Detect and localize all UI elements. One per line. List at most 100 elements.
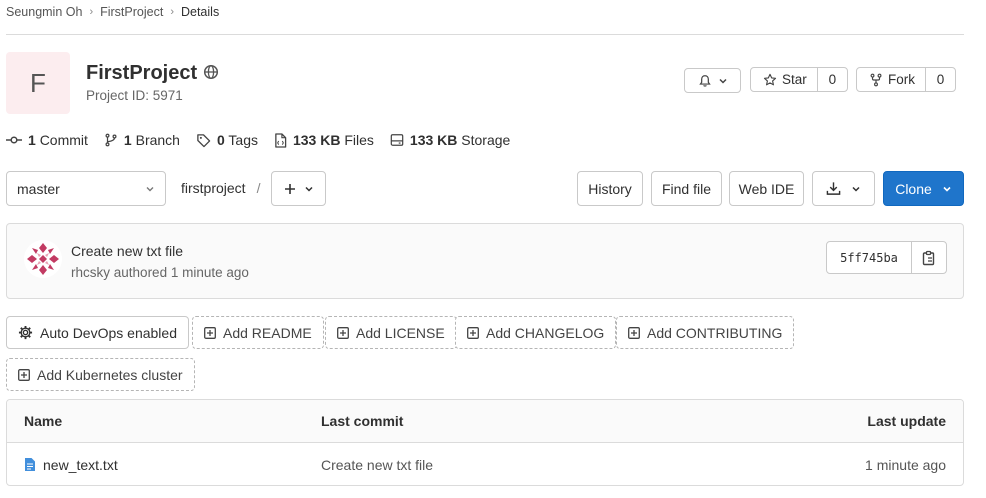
commits-stat[interactable]: 1 Commit (6, 132, 88, 148)
fork-button[interactable]: Fork 0 (856, 67, 956, 92)
add-readme-button[interactable]: Add README (192, 316, 324, 349)
repo-path: firstproject / (181, 180, 260, 196)
plus-square-icon (204, 326, 216, 339)
identicon-icon (24, 240, 62, 278)
chevron-down-icon (146, 186, 154, 191)
copy-sha-button[interactable] (912, 242, 946, 273)
add-changelog-label: Add CHANGELOG (486, 324, 605, 341)
files-size: 133 KB (292, 132, 341, 148)
tags-count: 0 (216, 132, 225, 148)
star-icon (763, 73, 777, 85)
history-button[interactable]: History (577, 171, 643, 206)
branch-icon (105, 133, 117, 147)
breadcrumb: Seungmin Oh › FirstProject › Details (6, 4, 219, 20)
auto-devops-button[interactable]: Auto DevOps enabled (6, 316, 189, 349)
table-header: Name Last commit Last update (7, 400, 963, 443)
clone-label: Clone (895, 180, 932, 197)
file-name-cell: new_text.txt (24, 443, 118, 485)
star-label: Star (782, 72, 807, 87)
breadcrumb-project[interactable]: FirstProject (100, 5, 163, 19)
commit-meta: rhcsky authored 1 minute ago (71, 265, 249, 281)
copy-icon (922, 250, 935, 265)
add-license-button[interactable]: Add LICENSE (325, 316, 457, 349)
column-last-update: Last update (867, 413, 946, 429)
star-button[interactable]: Star 0 (750, 67, 848, 92)
commit-time: authored 1 minute ago (113, 265, 249, 280)
chevron-right-icon: › (89, 6, 94, 18)
add-menu-button[interactable] (271, 171, 326, 206)
commits-label: Commit (39, 132, 88, 148)
bell-icon (698, 74, 711, 87)
chevron-down-icon (943, 186, 951, 192)
add-kubernetes-button[interactable]: Add Kubernetes cluster (6, 358, 195, 391)
add-changelog-button[interactable]: Add CHANGELOG (455, 316, 617, 349)
last-commit-panel (6, 223, 964, 299)
tags-label: Tags (228, 132, 258, 148)
storage-label: Storage (461, 132, 511, 148)
author-avatar[interactable] (24, 240, 62, 278)
files-label: Files (344, 132, 374, 148)
web-ide-button[interactable]: Web IDE (729, 171, 804, 206)
table-row[interactable]: new_text.txt Create new txt file 1 minut… (7, 443, 963, 485)
chevron-right-icon: › (170, 6, 174, 18)
download-icon (826, 182, 841, 195)
plus-square-icon (337, 326, 349, 339)
find-file-button[interactable]: Find file (651, 171, 722, 206)
chevron-down-icon (304, 186, 313, 192)
storage-size: 133 KB (409, 132, 458, 148)
notification-button[interactable] (684, 68, 741, 93)
project-stats: 1 Commit 1 Branch 0 Tags 133 KB Files 13… (6, 131, 526, 149)
file-last-update: 1 minute ago (865, 456, 946, 473)
branches-stat[interactable]: 1 Branch (104, 132, 180, 148)
tags-stat[interactable]: 0 Tags (196, 132, 258, 148)
plus-square-icon (628, 326, 640, 339)
breadcrumb-user[interactable]: Seungmin Oh (6, 5, 82, 19)
globe-icon (203, 64, 219, 80)
plus-square-icon (467, 326, 479, 339)
breadcrumb-current[interactable]: Details (181, 5, 219, 19)
gear-icon (18, 325, 33, 340)
chevron-down-icon (718, 78, 727, 84)
branch-select-value: master (17, 180, 60, 197)
commit-sha-group: 5ff745ba (826, 241, 947, 274)
add-license-label: Add LICENSE (356, 324, 445, 341)
plus-square-icon (18, 368, 30, 381)
add-readme-label: Add README (223, 324, 312, 341)
commit-sha[interactable]: 5ff745ba (827, 242, 912, 273)
file-last-commit[interactable]: Create new txt file (321, 443, 433, 485)
download-button[interactable] (812, 171, 875, 206)
branches-label: Branch (135, 132, 180, 148)
project-title: FirstProject (86, 62, 198, 84)
branches-count: 1 (123, 132, 132, 148)
tag-icon (197, 133, 211, 147)
fork-count[interactable]: 0 (926, 72, 955, 87)
file-link[interactable]: new_text.txt (24, 457, 118, 473)
project-id: Project ID: 5971 (86, 88, 183, 103)
file-icon (275, 132, 287, 148)
divider (6, 34, 964, 35)
column-last-commit: Last commit (321, 413, 404, 429)
repo-path-root[interactable]: firstproject (181, 180, 246, 196)
fork-label: Fork (888, 72, 915, 87)
storage-icon (390, 134, 404, 146)
chevron-down-icon (852, 186, 860, 192)
commits-count: 1 (28, 132, 36, 148)
clone-button[interactable]: Clone (883, 171, 964, 206)
plus-icon (284, 183, 295, 194)
auto-devops-label: Auto DevOps enabled (40, 324, 177, 341)
commit-author[interactable]: rhcsky (71, 265, 110, 280)
add-contributing-button[interactable]: Add CONTRIBUTING (616, 316, 795, 349)
storage-stat[interactable]: 133 KB Storage (390, 132, 510, 148)
project-avatar: F (6, 52, 70, 114)
commit-icon (6, 136, 22, 144)
fork-icon (870, 73, 882, 86)
add-contributing-label: Add CONTRIBUTING (647, 324, 783, 341)
star-count[interactable]: 0 (818, 72, 847, 87)
path-separator: / (256, 180, 261, 196)
files-stat[interactable]: 133 KB Files (274, 132, 374, 148)
add-kubernetes-label: Add Kubernetes cluster (37, 366, 183, 383)
file-table: Name Last commit Last update new_text.tx… (6, 399, 964, 486)
file-name: new_text.txt (43, 456, 118, 473)
branch-select[interactable]: master (6, 171, 166, 206)
commit-title[interactable]: Create new txt file (71, 243, 183, 260)
